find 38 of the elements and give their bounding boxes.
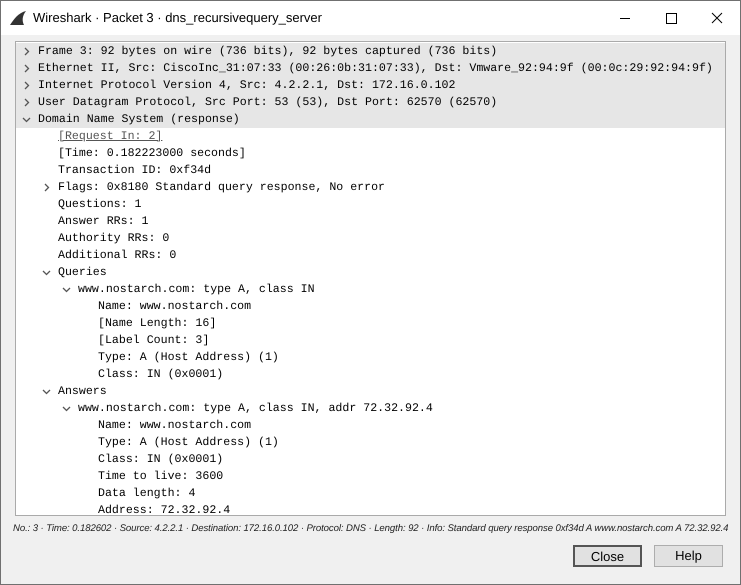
tree-item[interactable]: Type: A (Host Address) (1) [98,348,279,366]
chevron-right-icon[interactable] [42,183,51,192]
chevron-right-icon[interactable] [22,64,31,73]
tree-item[interactable]: www.nostarch.com: type A, class IN [78,280,315,298]
chevron-right-icon[interactable] [22,47,31,56]
dialog-button[interactable]: Close [573,545,642,567]
tree-item[interactable]: Answer RRs: 1 [58,212,148,230]
tree-item[interactable]: Answers [58,382,107,400]
tree-item[interactable]: Questions: 1 [58,196,142,214]
dialog-button[interactable]: Help [654,545,723,567]
tree-item[interactable]: Time to live: 3600 [98,468,224,486]
tree-item[interactable]: Name: www.nostarch.com [98,298,252,316]
tree-item[interactable]: Queries [58,264,107,282]
tree-item[interactable]: [Time: 0.182223000 seconds] [58,144,246,162]
tree-link[interactable]: [Request In: 2] [58,128,162,146]
tree-item[interactable]: Name: www.nostarch.com [98,416,252,434]
tree-item[interactable]: Authority RRs: 0 [58,230,170,248]
chevron-down-icon[interactable] [22,115,31,124]
shark-fin-icon [9,10,27,26]
tree-item[interactable]: [Name Length: 16] [98,314,216,332]
tree-item[interactable]: Type: A (Host Address) (1) [98,434,279,452]
chevron-right-icon[interactable] [22,81,31,90]
tree-item[interactable]: Additional RRs: 0 [58,246,176,264]
chevron-down-icon[interactable] [42,268,51,277]
status-text: No.: 3 · Time: 0.182602 · Source: 4.2.2.1 · Destination: 172.16.0.102 · Protocol: DNS · Length: 92 · Info: Standard query response 0xf34d A www.nostarch.com A 72.32.92.4 [13,522,728,535]
tree-item[interactable]: Transaction ID: 0xf34d [58,162,212,180]
chevron-down-icon[interactable] [62,285,71,294]
tree-item[interactable]: Data length: 4 [98,484,196,502]
tree-item[interactable]: Flags: 0x8180 Standard query response, No error [58,178,385,196]
chevron-down-icon[interactable] [62,404,71,413]
tree-item[interactable]: Class: IN (0x0001) [98,366,224,384]
tree-item[interactable]: www.nostarch.com: type A, class IN, addr 72.32.92.4 [78,400,433,418]
tree-item[interactable]: [Label Count: 3] [98,332,210,350]
window-title: Wireshark · Packet 3 · dns_recursivequery_server [33,9,322,28]
tree-item[interactable]: Address: 72.32.92.4 [98,502,230,515]
tree-item[interactable]: Class: IN (0x0001) [98,450,224,468]
chevron-right-icon[interactable] [22,98,31,107]
chevron-down-icon[interactable] [42,387,51,396]
